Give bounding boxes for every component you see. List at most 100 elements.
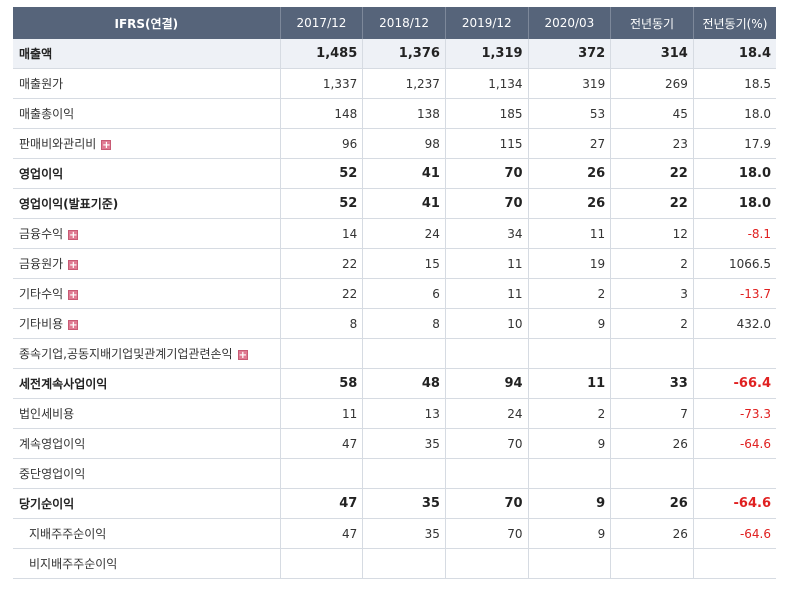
table-row: 법인세비용 11 13 24 2 7 -73.3: [13, 398, 776, 429]
table-cell: 138: [362, 98, 446, 129]
table-cell: 47: [280, 428, 364, 459]
table-row: 매출액 1,485 1,376 1,319 372 314 18.4: [13, 39, 776, 69]
table-cell: 26: [610, 488, 694, 519]
table-cell: 94: [445, 368, 529, 399]
table-cell: 12: [610, 218, 694, 249]
table-cell: 24: [445, 398, 529, 429]
row-label: 중단영업이익: [13, 458, 281, 489]
table-cell: 2: [528, 398, 612, 429]
row-label-text: 매출원가: [19, 77, 64, 91]
table-cell: [610, 548, 694, 579]
table-cell: 24: [362, 218, 446, 249]
table-cell: 2: [610, 308, 694, 339]
expand-plus-icon[interactable]: [68, 319, 79, 330]
table-cell: 22: [280, 278, 364, 309]
table-cell: 23: [610, 128, 694, 159]
row-label-text: 비지배주주순이익: [29, 557, 118, 571]
table-cell: 148: [280, 98, 364, 129]
table-cell: -13.7: [693, 278, 776, 309]
table-cell: 53: [528, 98, 612, 129]
table-row: 영업이익(발표기준) 52 41 70 26 22 18.0: [13, 188, 776, 219]
header-col-2019: 2019/12: [445, 7, 529, 39]
table-cell: 11: [528, 368, 612, 399]
table-row: 기타수익 2261123-13.7: [13, 278, 776, 309]
table-cell: 13: [362, 398, 446, 429]
table-cell: 27: [528, 128, 612, 159]
table-cell: 26: [610, 518, 694, 549]
table-cell: 314: [610, 39, 694, 69]
table-cell: [445, 338, 529, 369]
table-cell: 1,376: [362, 39, 446, 69]
table-cell: 2: [528, 278, 612, 309]
table-cell: -64.6: [693, 488, 776, 519]
row-label-text: 기타수익: [19, 287, 64, 301]
row-label-text: 판매비와관리비: [19, 137, 97, 151]
table-cell: 45: [610, 98, 694, 129]
row-label-text: 영업이익(발표기준): [19, 197, 119, 211]
table-cell: [693, 458, 776, 489]
table-cell: 9: [528, 428, 612, 459]
table-cell: 1,319: [445, 39, 529, 69]
table-cell: [445, 458, 529, 489]
expand-plus-icon[interactable]: [101, 139, 112, 150]
table-cell: -66.4: [693, 368, 776, 399]
table-cell: 58: [280, 368, 364, 399]
table-row: 판매비와관리비 9698115272317.9: [13, 128, 776, 159]
table-cell: 22: [610, 158, 694, 189]
table-cell: 185: [445, 98, 529, 129]
table-cell: 319: [528, 68, 612, 99]
table-cell: 11: [528, 218, 612, 249]
table-cell: 48: [362, 368, 446, 399]
table-row: 세전계속사업이익 58 48 94 11 33 -66.4: [13, 368, 776, 399]
table-cell: 26: [528, 158, 612, 189]
table-cell: [362, 458, 446, 489]
table-cell: 11: [445, 248, 529, 279]
table-header-row: IFRS(연결) 2017/12 2018/12 2019/12 2020/03…: [13, 7, 776, 39]
table-cell: [528, 458, 612, 489]
table-cell: 35: [362, 428, 446, 459]
table-cell: -64.6: [693, 518, 776, 549]
table-row: 매출원가 1,337 1,237 1,134 319 269 18.5: [13, 68, 776, 99]
table-cell: 70: [445, 518, 529, 549]
table-cell: 18.0: [693, 188, 776, 219]
row-label: 매출총이익: [13, 98, 281, 129]
table-row: 금융원가 2215111921066.5: [13, 248, 776, 279]
table-cell: 9: [528, 308, 612, 339]
table-cell: 15: [362, 248, 446, 279]
table-cell: 17.9: [693, 128, 776, 159]
table-cell: 35: [362, 518, 446, 549]
table-row: 기타비용881092432.0: [13, 308, 776, 339]
table-cell: [610, 338, 694, 369]
table-cell: 41: [362, 158, 446, 189]
table-cell: 96: [280, 128, 364, 159]
table-cell: 70: [445, 158, 529, 189]
row-label: 매출액: [13, 39, 281, 69]
table-cell: 70: [445, 188, 529, 219]
row-label-text: 금융수익: [19, 227, 64, 241]
row-label-text: 기타비용: [19, 317, 64, 331]
row-label-text: 매출총이익: [19, 107, 75, 121]
table-cell: 269: [610, 68, 694, 99]
row-label-text: 당기순이익: [19, 497, 75, 511]
financial-table-container: IFRS(연결) 2017/12 2018/12 2019/12 2020/03…: [13, 7, 776, 579]
table-cell: -73.3: [693, 398, 776, 429]
row-label-text: 계속영업이익: [19, 437, 86, 451]
expand-plus-icon[interactable]: [68, 229, 79, 240]
expand-plus-icon[interactable]: [237, 349, 248, 360]
table-cell: 9: [528, 488, 612, 519]
table-cell: 115: [445, 128, 529, 159]
expand-plus-icon[interactable]: [68, 259, 79, 270]
row-label: 금융원가: [13, 248, 281, 279]
table-cell: 18.5: [693, 68, 776, 99]
table-cell: [693, 338, 776, 369]
table-cell: 18.0: [693, 158, 776, 189]
table-cell: [280, 458, 364, 489]
table-cell: 6: [362, 278, 446, 309]
table-cell: 70: [445, 428, 529, 459]
table-cell: [693, 548, 776, 579]
table-cell: 1,134: [445, 68, 529, 99]
row-label-text: 종속기업,공동지배기업및관계기업관련손익: [19, 347, 233, 361]
expand-plus-icon[interactable]: [68, 289, 79, 300]
row-label-text: 금융원가: [19, 257, 64, 271]
table-cell: 14: [280, 218, 364, 249]
